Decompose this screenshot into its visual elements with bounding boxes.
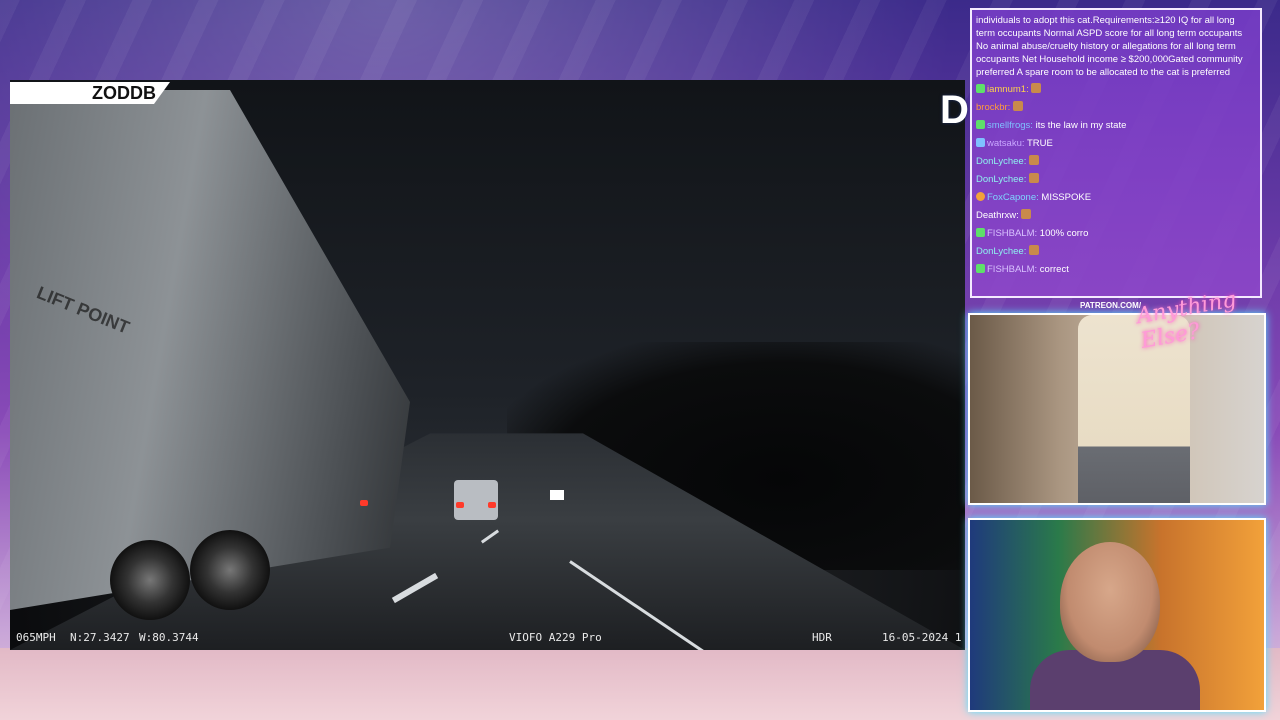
dashcam-video[interactable]: LIFT POINT xyxy=(10,80,965,650)
chat-message-list: iamnum1: brockbr: smellfrogs: its the la… xyxy=(972,81,1260,279)
chat-panel[interactable]: individuals to adopt this cat.Requiremen… xyxy=(970,8,1262,298)
speed-readout: 065MPH xyxy=(16,631,56,644)
truck-wheel xyxy=(110,540,190,620)
partial-logo-letter: D xyxy=(940,88,969,132)
chat-username[interactable]: DonLychee: xyxy=(976,156,1026,167)
chat-message: FISHBALM: correct xyxy=(972,261,1260,279)
chat-username[interactable]: DonLychee: xyxy=(976,174,1026,185)
host-face xyxy=(1060,542,1160,662)
chat-username[interactable]: iamnum1: xyxy=(987,84,1029,95)
chat-message: FoxCapone: MISSPOKE xyxy=(972,189,1260,207)
chat-username[interactable]: watsaku: xyxy=(987,138,1025,149)
sword-badge-icon xyxy=(976,138,985,147)
chat-message: smellfrogs: its the law in my state xyxy=(972,117,1260,135)
star-badge-icon xyxy=(976,84,985,93)
taillight xyxy=(360,500,368,506)
camera-model: VIOFO A229 Pro xyxy=(509,631,602,644)
star-badge-icon xyxy=(976,264,985,273)
channel-tag: ZODDB xyxy=(10,82,170,104)
chat-message: FISHBALM: 100% corro xyxy=(972,225,1260,243)
chat-text: TRUE xyxy=(1026,138,1053,149)
emote-icon xyxy=(1021,209,1032,219)
distant-headlight xyxy=(550,490,564,500)
chat-message: brockbr: xyxy=(972,99,1260,117)
truck-wheel xyxy=(190,530,270,610)
patreon-link[interactable]: PATREON.COM/ xyxy=(1080,301,1141,310)
chat-username[interactable]: Deathrxw: xyxy=(976,210,1019,221)
date-readout: 16-05-2024 1 xyxy=(882,631,962,644)
chat-message: DonLychee: xyxy=(972,243,1260,261)
chat-text: 100% corro xyxy=(1039,228,1089,239)
chat-message: Deathrxw: xyxy=(972,207,1260,225)
chat-message: watsaku: TRUE xyxy=(972,135,1260,153)
chat-username[interactable]: smellfrogs: xyxy=(987,120,1033,131)
distant-van xyxy=(454,480,498,520)
chat-message: iamnum1: xyxy=(972,81,1260,99)
chat-username[interactable]: DonLychee: xyxy=(976,246,1026,257)
chat-username[interactable]: FISHBALM: xyxy=(987,264,1037,275)
emote-icon xyxy=(1029,155,1039,165)
coin-badge-icon xyxy=(976,192,985,201)
taillight xyxy=(488,502,496,508)
star-badge-icon xyxy=(976,120,985,129)
chat-message: DonLychee: xyxy=(972,153,1260,171)
emote-icon xyxy=(1029,245,1039,255)
chat-username[interactable]: FISHBALM: xyxy=(987,228,1037,239)
emote-icon xyxy=(1012,101,1023,111)
chat-username[interactable]: FoxCapone: xyxy=(987,192,1039,203)
chat-username[interactable]: brockbr: xyxy=(976,102,1010,113)
chat-message: DonLychee: xyxy=(972,171,1260,189)
channel-tag-label: ZODDB xyxy=(92,83,156,103)
emote-icon xyxy=(1031,83,1042,93)
chat-text: its the law in my state xyxy=(1035,120,1127,131)
host-camera xyxy=(968,518,1266,712)
taillight xyxy=(456,502,464,508)
latitude-readout: N:27.3427 xyxy=(70,631,130,644)
chat-text: MISSPOKE xyxy=(1041,192,1092,203)
room-camera xyxy=(968,313,1266,505)
pinned-message: individuals to adopt this cat.Requiremen… xyxy=(976,15,1243,78)
star-badge-icon xyxy=(976,228,985,237)
hdr-indicator: HDR xyxy=(812,631,832,644)
chat-text: correct xyxy=(1039,264,1069,275)
longitude-readout: W:80.3744 xyxy=(139,631,199,644)
emote-icon xyxy=(1029,173,1039,183)
